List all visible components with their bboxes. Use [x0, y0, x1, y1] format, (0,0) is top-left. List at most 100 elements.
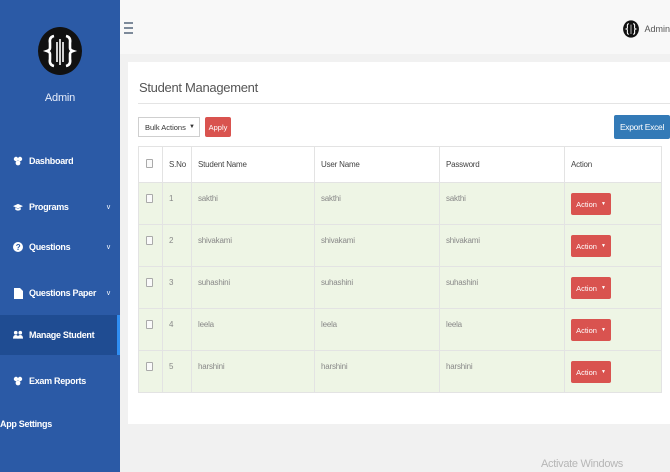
- cell-action: Action ▼: [564, 224, 662, 267]
- sidebar-item-questions-paper[interactable]: Questions Paper v: [0, 273, 120, 313]
- sidebar-item-label: Programs: [29, 202, 69, 212]
- top-bar: Admin: [120, 0, 670, 54]
- cell-user-name: suhashini: [314, 266, 440, 309]
- action-dropdown-button[interactable]: Action ▼: [571, 361, 611, 383]
- table-row: 5 harshini harshini harshini Action ▼: [138, 350, 662, 393]
- cell-action: Action ▼: [564, 308, 662, 351]
- logo-icon: [38, 27, 82, 75]
- cell-student-name: harshini: [191, 350, 315, 393]
- cell-sno: 1: [162, 182, 192, 225]
- students-table: S.No Student Name User Name Password Act…: [138, 146, 662, 393]
- column-header-user-name: User Name: [314, 146, 440, 183]
- sidebar-item-label: Manage Student: [29, 330, 95, 340]
- file-icon: [13, 287, 23, 299]
- reports-icon: [13, 376, 23, 386]
- cell-student-name: shivakami: [191, 224, 315, 267]
- row-select-cell: [138, 182, 163, 225]
- sidebar-item-label: Dashboard: [29, 156, 74, 166]
- chevron-down-icon: v: [106, 243, 111, 251]
- action-label: Action: [576, 325, 597, 335]
- cell-sno: 4: [162, 308, 192, 351]
- action-dropdown-button[interactable]: Action ▼: [571, 235, 611, 257]
- page-title: Student Management: [139, 80, 258, 95]
- select-all-checkbox[interactable]: [146, 159, 153, 168]
- cell-action: Action ▼: [564, 266, 662, 309]
- column-header-sno: S.No: [162, 146, 192, 183]
- sidebar-item-exam-reports[interactable]: Exam Reports: [0, 361, 120, 401]
- row-checkbox[interactable]: [146, 236, 153, 245]
- column-header-password: Password: [439, 146, 565, 183]
- cell-user-name: sakthi: [314, 182, 440, 225]
- action-dropdown-button[interactable]: Action ▼: [571, 193, 611, 215]
- bulk-actions-value: Bulk Actions: [145, 122, 186, 132]
- row-select-cell: [138, 350, 163, 393]
- cell-password: shivakami: [439, 224, 565, 267]
- cell-student-name: suhashini: [191, 266, 315, 309]
- dashboard-icon: [13, 156, 23, 166]
- divider: [138, 103, 670, 104]
- avatar: [623, 20, 640, 38]
- cell-sno: 3: [162, 266, 192, 309]
- sidebar: Admin Dashboard Programs v ? Questions v…: [0, 0, 120, 472]
- column-header-action: Action: [564, 146, 662, 183]
- sidebar-item-app-settings[interactable]: App Settings: [0, 404, 120, 444]
- caret-down-icon: ▼: [600, 243, 606, 249]
- sidebar-item-manage-student[interactable]: Manage Student: [0, 315, 120, 355]
- sidebar-item-dashboard[interactable]: Dashboard: [0, 141, 120, 181]
- table-row: 2 shivakami shivakami shivakami Action ▼: [138, 224, 662, 267]
- cell-user-name: shivakami: [314, 224, 440, 267]
- caret-down-icon: ▼: [600, 327, 606, 333]
- cell-password: leela: [439, 308, 565, 351]
- svg-text:?: ?: [16, 243, 21, 252]
- select-all-cell: [138, 146, 163, 183]
- row-select-cell: [138, 224, 163, 267]
- caret-down-icon: ▼: [189, 124, 195, 130]
- user-menu[interactable]: Admin: [622, 20, 670, 38]
- cell-password: harshini: [439, 350, 565, 393]
- table-row: 1 sakthi sakthi sakthi Action ▼: [138, 182, 662, 225]
- export-excel-button[interactable]: Export Excel: [614, 115, 670, 139]
- cell-user-name: harshini: [314, 350, 440, 393]
- graduation-cap-icon: [13, 202, 23, 212]
- row-checkbox[interactable]: [146, 362, 153, 371]
- cell-password: sakthi: [439, 182, 565, 225]
- chevron-down-icon: v: [106, 289, 111, 297]
- caret-down-icon: ▼: [600, 285, 606, 291]
- chevron-down-icon: v: [106, 203, 111, 211]
- column-header-student-name: Student Name: [191, 146, 315, 183]
- caret-down-icon: ▼: [600, 369, 606, 375]
- action-label: Action: [576, 367, 597, 377]
- cell-sno: 5: [162, 350, 192, 393]
- sidebar-item-label: App Settings: [0, 419, 52, 429]
- sidebar-item-label: Questions Paper: [29, 288, 97, 298]
- sidebar-item-label: Questions: [29, 242, 71, 252]
- cell-sno: 2: [162, 224, 192, 267]
- student-management-panel: Student Management Bulk Actions ▼ Apply …: [128, 62, 670, 424]
- user-name: Admin: [644, 24, 670, 34]
- sidebar-item-label: Exam Reports: [29, 376, 86, 386]
- row-checkbox[interactable]: [146, 194, 153, 203]
- sidebar-item-questions[interactable]: ? Questions v: [0, 227, 120, 267]
- bulk-actions-select[interactable]: Bulk Actions ▼: [138, 117, 200, 137]
- row-checkbox[interactable]: [146, 320, 153, 329]
- action-dropdown-button[interactable]: Action ▼: [571, 277, 611, 299]
- cell-action: Action ▼: [564, 182, 662, 225]
- row-checkbox[interactable]: [146, 278, 153, 287]
- apply-button[interactable]: Apply: [205, 117, 231, 137]
- sidebar-admin-name: Admin: [44, 92, 76, 104]
- activate-windows-watermark: Activate Windows: [541, 458, 624, 470]
- action-label: Action: [576, 199, 597, 209]
- table-row: 4 leela leela leela Action ▼: [138, 308, 662, 351]
- action-dropdown-button[interactable]: Action ▼: [571, 319, 611, 341]
- sidebar-brand: Admin: [0, 0, 120, 122]
- question-icon: ?: [13, 242, 23, 252]
- menu-toggle-icon[interactable]: [124, 22, 133, 34]
- table-row: 3 suhashini suhashini suhashini Action ▼: [138, 266, 662, 309]
- caret-down-icon: ▼: [600, 201, 606, 207]
- cell-student-name: sakthi: [191, 182, 315, 225]
- cell-password: suhashini: [439, 266, 565, 309]
- sidebar-item-programs[interactable]: Programs v: [0, 187, 120, 227]
- users-icon: [13, 330, 23, 340]
- row-select-cell: [138, 266, 163, 309]
- cell-user-name: leela: [314, 308, 440, 351]
